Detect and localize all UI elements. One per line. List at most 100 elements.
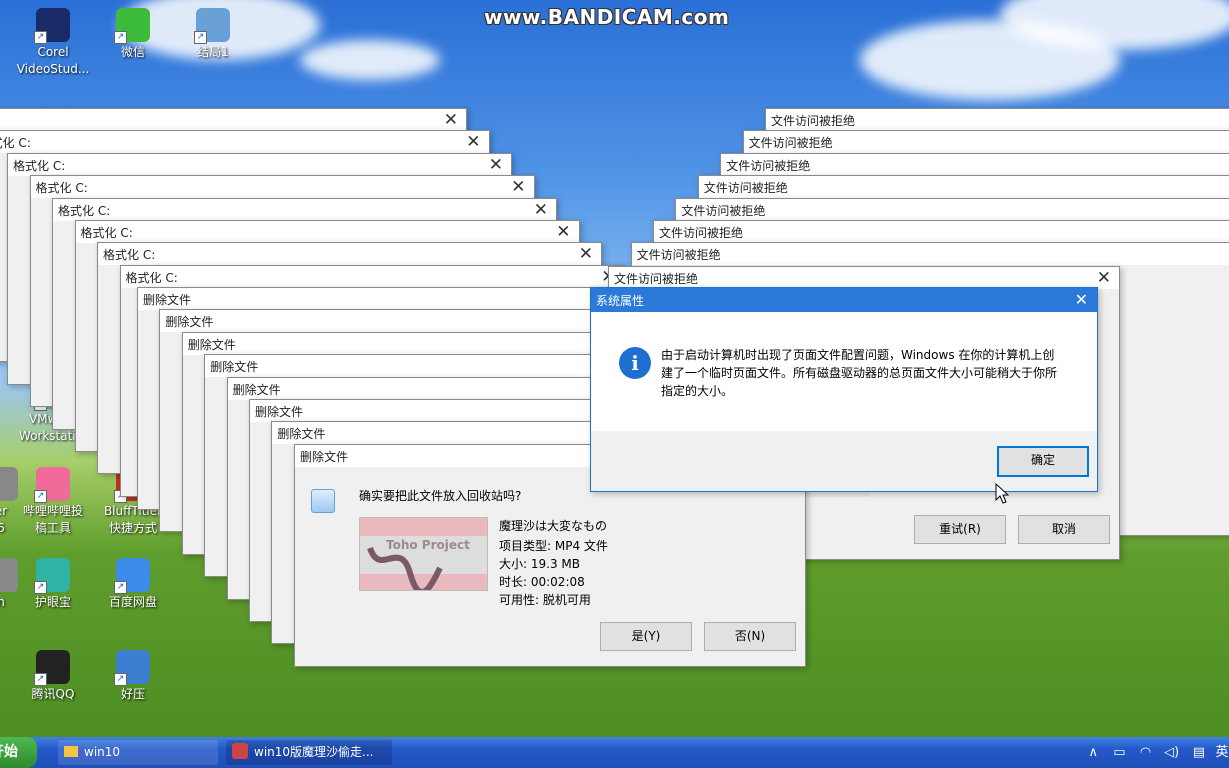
title-bar: 文件访问被拒绝 ✕: [609, 267, 1119, 289]
video-app-icon: [232, 743, 248, 759]
title-bar: 式化 C: ✕: [0, 131, 489, 154]
desktop-icon-label: 百度网盘: [108, 595, 157, 609]
haozip-icon: ↗: [114, 650, 150, 686]
title-bar: 删除文件✕: [138, 288, 648, 310]
shortcut-arrow-icon: ↗: [114, 673, 127, 686]
desktop-icon[interactable]: ↗ 微信: [90, 8, 176, 61]
window-title: 删除文件: [143, 293, 192, 307]
desktop-icon[interactable]: ↗ 好压: [90, 650, 176, 703]
file-name: 魔理沙は大変なもの: [499, 519, 608, 533]
mouse-cursor-icon: [995, 483, 1009, 504]
desktop-icon[interactable]: ↗n: [0, 558, 44, 611]
no-button[interactable]: 否(N): [704, 622, 796, 651]
close-icon[interactable]: ✕: [534, 200, 548, 220]
title-bar: 文件访问被拒绝✕: [766, 109, 1229, 131]
title-bar: 文件访问被拒绝✕: [676, 198, 1229, 221]
close-icon[interactable]: ✕: [579, 244, 593, 264]
title-bar: 系统属性 ✕: [591, 288, 1097, 312]
close-icon[interactable]: ✕: [489, 155, 503, 175]
title-bar: 文件访问被拒绝✕: [743, 131, 1229, 154]
window-title: 删除文件: [165, 315, 214, 330]
dialog-message: 由于启动计算机时出现了页面文件配置问题，Windows 在你的计算机上创建了一个…: [661, 348, 1058, 398]
ime-indicator[interactable]: 英: [1215, 737, 1229, 768]
window-title: 删除文件: [255, 405, 304, 419]
title-bar: 格式化 C: ✕: [8, 153, 511, 176]
window-title: 删除文件: [187, 337, 236, 352]
window-title: 格式化 C:: [80, 226, 133, 240]
title-bar: 格式化 C: ✕: [53, 198, 556, 221]
desktop-icon[interactable]: ↗ er 6: [0, 467, 44, 537]
action-center-icon[interactable]: ▤: [1187, 737, 1211, 768]
window-title: 格式化 C:: [58, 203, 111, 218]
partial-icon: ↗: [0, 467, 18, 501]
file-duration: 时长: 00:02:08: [499, 575, 585, 589]
cancel-button[interactable]: 取消: [1018, 515, 1110, 544]
title-bar: 格式化 C: ✕: [30, 176, 534, 199]
window-title: 删除文件: [232, 382, 281, 397]
taskbar-button-win10[interactable]: win10: [58, 740, 218, 765]
desktop-icon[interactable]: ↗ 腾讯QQ: [10, 650, 96, 703]
shortcut-arrow-icon: ↗: [114, 31, 127, 44]
taskbar: 开始 win10 win10版魔理沙偷走... ∧ ▭ ◠ ◁) ▤ 英: [0, 737, 1229, 768]
dialog-title: 删除文件: [300, 450, 349, 464]
file-size: 大小: 19.3 MB: [499, 557, 580, 571]
desktop-icon-label: er 6: [0, 504, 8, 535]
window-title: 文件访问被拒绝: [681, 203, 766, 218]
image-file-icon: ↗: [194, 8, 230, 44]
file-availability: 可用性: 脱机可用: [499, 593, 591, 607]
close-icon[interactable]: ✕: [444, 110, 458, 130]
window-title: 文件访问被拒绝: [703, 181, 788, 196]
desktop-icon[interactable]: ↗ 结局1: [170, 8, 256, 61]
corel-videostudio-icon: ↗: [34, 8, 70, 44]
desktop-icon[interactable]: ↗ 百度网盘: [90, 558, 176, 611]
system-tray: ∧ ▭ ◠ ◁) ▤ 英: [1082, 737, 1229, 768]
window-title: 删除文件: [277, 427, 326, 442]
shortcut-arrow-icon: ↗: [114, 581, 127, 594]
desktop-icon-label: n: [0, 595, 5, 609]
folder-icon: [64, 746, 78, 757]
dialog-title: 文件访问被拒绝: [614, 272, 699, 286]
close-icon[interactable]: ✕: [466, 132, 480, 152]
title-bar: 文件访问被拒绝✕: [654, 221, 1229, 243]
taskbar-button-video[interactable]: win10版魔理沙偷走...: [226, 740, 392, 765]
window-title: 文件访问被拒绝: [726, 158, 811, 173]
window-title: 格式化 C:: [103, 248, 156, 263]
qq-icon: ↗: [34, 650, 70, 686]
partial-icon-2: ↗: [0, 558, 18, 592]
window-title: 格式化 C:: [13, 158, 66, 173]
desktop-icon-label: 结局1: [197, 45, 229, 59]
taskbar-button-label: win10版魔理沙偷走...: [254, 745, 374, 759]
ok-button[interactable]: 确定: [997, 446, 1089, 477]
desktop-icon-label: 腾讯QQ: [31, 687, 75, 701]
recycle-bin-icon: [311, 489, 335, 513]
close-icon[interactable]: ✕: [1097, 268, 1111, 288]
window-title: 格式化 C:: [125, 270, 178, 285]
chevron-up-icon[interactable]: ∧: [1082, 737, 1104, 768]
desktop: www.BANDICAM.com ↗ Corel VideoStud... ↗ 微信 ↗…: [0, 0, 1229, 768]
baidu-netdisk-icon: ↗: [114, 558, 150, 594]
yes-button[interactable]: 是(Y): [600, 622, 692, 651]
desktop-icon-label: Corel VideoStud...: [16, 45, 90, 76]
desktop-icon-label: 好压: [120, 687, 145, 701]
training-icon: [36, 95, 70, 105]
close-icon[interactable]: ✕: [1075, 290, 1088, 310]
shortcut-arrow-icon: ↗: [34, 31, 47, 44]
volume-icon[interactable]: ◁): [1161, 737, 1183, 768]
title-bar: 格式化 C: ✕: [75, 221, 579, 243]
window-title: 文件访问被拒绝: [771, 114, 856, 128]
title-bar: 格式化 C: ✕: [98, 243, 601, 266]
window-title: 文件访问被拒绝: [748, 136, 833, 151]
dialog-title: 系统属性: [596, 294, 645, 308]
info-icon: i: [619, 347, 651, 379]
bandicam-watermark: www.BANDICAM.com: [484, 5, 730, 29]
wechat-icon: ↗: [114, 8, 150, 44]
close-icon[interactable]: ✕: [556, 222, 570, 242]
close-icon[interactable]: ✕: [511, 177, 525, 197]
retry-button[interactable]: 重试(R): [914, 515, 1006, 544]
start-button[interactable]: 开始: [0, 737, 37, 768]
wifi-icon[interactable]: ◠: [1135, 737, 1157, 768]
window-title: 删除文件: [210, 360, 259, 375]
battery-icon[interactable]: ▭: [1108, 737, 1130, 768]
shortcut-arrow-icon: ↗: [34, 673, 47, 686]
desktop-icon[interactable]: ↗ Corel VideoStud...: [10, 8, 96, 78]
